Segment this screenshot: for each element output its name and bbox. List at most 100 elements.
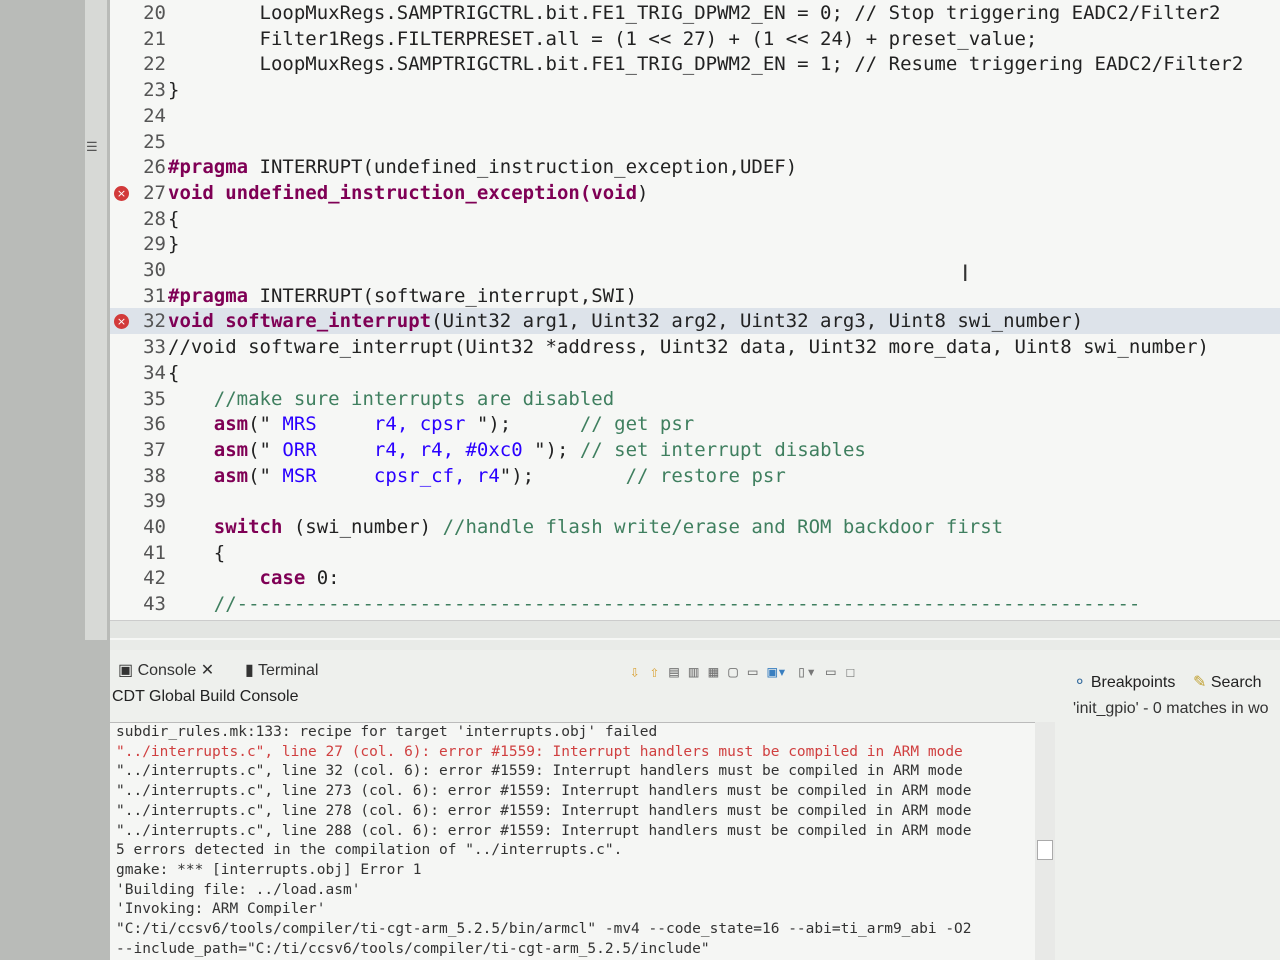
error-marker-icon[interactable]: × [114, 314, 129, 330]
text-cursor-icon: I [962, 262, 969, 287]
code-token: LoopMuxRegs.SAMPTRIGCTRL.bit.FE1_TRIG_DP… [168, 2, 855, 24]
display-console-icon[interactable]: ▭ [748, 662, 758, 681]
code-line[interactable]: 26 #pragma INTERRUPT(undefined_instructio… [110, 154, 1280, 180]
tab-terminal[interactable]: ▮ Terminal [245, 660, 318, 680]
tab-search[interactable]: ✎ Search [1193, 672, 1262, 692]
code-line[interactable]: 42 case 0: [110, 565, 1280, 591]
code-token: 0: [305, 567, 340, 590]
line-number: 33 [143, 336, 166, 359]
code-line[interactable]: 36 asm(" MRS r4, cpsr "); // get psr [110, 411, 1280, 437]
code-line[interactable]: × 27 void undefined_instruction_exception(… [110, 180, 1280, 206]
code-line[interactable]: 21 Filter1Regs.FILTERPRESET.all = (1 << … [110, 26, 1280, 52]
code-token: case [259, 567, 306, 590]
code-token: #pragma [168, 284, 249, 307]
code-line[interactable]: 43 //-----------------------------------… [110, 591, 1280, 617]
code-text: Filter1Regs.FILTERPRESET.all = (1 << 27)… [168, 26, 1038, 52]
search-icon: ✎ [1193, 674, 1211, 691]
console-line: "C:/ti/ccsv6/tools/compiler/ti-cgt-arm_5… [116, 921, 972, 938]
error-marker-icon[interactable]: × [114, 185, 129, 201]
code-text: asm(" MRS r4, cpsr "); // get psr [168, 411, 694, 437]
code-token: // get psr [579, 413, 695, 436]
view-menu-icon[interactable]: ☰ [86, 140, 98, 155]
code-token: MSR cpsr_cf, r4 [270, 464, 500, 487]
code-editor[interactable]: 20 LoopMuxRegs.SAMPTRIGCTRL.bit.FE1_TRIG… [110, 0, 1280, 640]
code-token: MRS r4, cpsr [270, 413, 477, 436]
clear-console-icon[interactable]: ▤ [669, 662, 679, 681]
code-token: (" [248, 464, 271, 487]
code-token: { [168, 207, 180, 230]
close-icon[interactable]: ✕ [196, 662, 214, 679]
console-vertical-scrollbar[interactable] [1035, 722, 1055, 960]
open-console-icon[interactable]: ▣▾ [767, 662, 786, 681]
code-token: ORR r4, r4, #0xc0 [270, 438, 535, 461]
line-number: 32 [143, 310, 166, 333]
copy-icon[interactable]: ▢ [728, 662, 738, 681]
new-console-icon[interactable]: ▯▾ [797, 662, 816, 681]
left-sidebar: ☰ [0, 0, 110, 960]
scrollbar-thumb[interactable] [1037, 840, 1053, 860]
code-text: //--------------------------------------… [168, 591, 1141, 617]
code-line[interactable]: 28{ [110, 206, 1280, 232]
code-text: switch (swi_number) //handle flash write… [168, 514, 1003, 540]
code-text: #pragma INTERRUPT(software_interrupt,SWI… [168, 283, 637, 309]
code-token: ) [637, 181, 649, 204]
editor-horizontal-scrollbar[interactable] [110, 620, 1280, 638]
tab-console[interactable]: ▣ Console ✕ [118, 660, 214, 680]
code-line[interactable]: 33//void software_interrupt(Uint32 *addr… [110, 334, 1280, 360]
code-token: } [168, 233, 180, 256]
code-line[interactable]: 35 //make sure interrupts are disabled [110, 386, 1280, 412]
line-number: 29 [143, 233, 166, 256]
code-token: { [168, 541, 226, 564]
code-line[interactable]: 39 [110, 488, 1280, 514]
console-line: "../interrupts.c", line 273 (col. 6): er… [116, 783, 972, 800]
code-token: "); [476, 413, 580, 436]
code-line[interactable]: 30 [110, 257, 1280, 283]
line-number: 20 [143, 2, 166, 24]
maximize-icon[interactable]: ☐ [846, 662, 856, 681]
code-line[interactable]: 34{ [110, 360, 1280, 386]
minimize-icon[interactable]: ▭ [826, 662, 836, 681]
code-line[interactable]: 25 [110, 129, 1280, 155]
code-token: undefined_instruction_exception [225, 181, 580, 204]
search-result-message: 'init_gpio' - 0 matches in wo [1073, 700, 1269, 717]
code-token: // Stop triggering EADC2/Filter2 [854, 2, 1221, 24]
code-line[interactable]: 23} [110, 77, 1280, 103]
code-text: case 0: [168, 565, 340, 591]
scroll-lock-icon[interactable]: ▥ [689, 662, 699, 681]
tab-breakpoints[interactable]: ⚬ Breakpoints [1073, 672, 1175, 692]
line-number: 22 [143, 53, 166, 76]
code-token: asm [213, 413, 249, 436]
code-token: // restore psr [625, 464, 786, 487]
line-number: 27 [143, 181, 166, 204]
code-line[interactable]: 40 switch (swi_number) //handle flash wr… [110, 514, 1280, 540]
code-line[interactable]: 31 #pragma INTERRUPT(software_interrupt,S… [110, 283, 1280, 309]
code-line[interactable]: 20 LoopMuxRegs.SAMPTRIGCTRL.bit.FE1_TRIG… [110, 0, 1280, 26]
console-line: "../interrupts.c", line 288 (col. 6): er… [116, 822, 972, 839]
console-line: "../interrupts.c", line 27 (col. 6): err… [116, 743, 963, 760]
console-output[interactable]: subdir_rules.mk:133: recipe for target '… [110, 722, 1035, 960]
scroll-up-icon[interactable]: ⇧ [650, 662, 660, 681]
code-line[interactable]: 22 LoopMuxRegs.SAMPTRIGCTRL.bit.FE1_TRIG… [110, 51, 1280, 77]
code-token: void [168, 181, 214, 204]
code-line[interactable]: 24 [110, 103, 1280, 129]
code-line[interactable]: × 32 void software_interrupt(Uint32 arg1, … [110, 308, 1280, 335]
code-token: LoopMuxRegs.SAMPTRIGCTRL.bit.FE1_TRIG_DP… [168, 53, 855, 76]
scroll-down-icon[interactable]: ⇩ [630, 662, 640, 681]
code-text: asm(" ORR r4, r4, #0xc0 "); // set inter… [168, 437, 866, 463]
code-token: INTERRUPT(undefined_instruction_exceptio… [248, 156, 798, 179]
code-line[interactable]: 41 { [110, 540, 1280, 566]
code-token: ( [579, 181, 592, 204]
code-line[interactable]: 37 asm(" ORR r4, r4, #0xc0 "); // set in… [110, 437, 1280, 463]
code-line[interactable]: 29} [110, 231, 1280, 257]
code-token: "); [499, 464, 626, 487]
line-number: 42 [143, 567, 166, 590]
pin-console-icon[interactable]: ▦ [709, 662, 719, 681]
code-line[interactable]: 38 asm(" MSR cpsr_cf, r4"); // restore p… [110, 463, 1280, 489]
code-text: //make sure interrupts are disabled [168, 386, 614, 412]
code-token: software_interrupt [225, 310, 432, 333]
code-token: #pragma [168, 156, 249, 179]
